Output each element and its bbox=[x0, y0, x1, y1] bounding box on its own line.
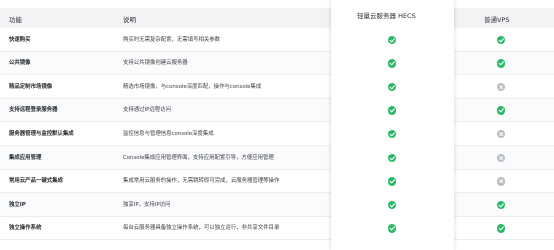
description-text: 支持公共镜像创建云服务器 bbox=[123, 60, 188, 67]
table-header bbox=[0, 8, 554, 28]
description-text: 精选市场镜像，与console深度匹配，操作与console集成 bbox=[123, 83, 262, 90]
description-text: Console集成应用管理界面，支持应用配置引导，方便应用管理 bbox=[123, 154, 274, 161]
check-icon bbox=[388, 59, 397, 68]
check-icon bbox=[497, 224, 506, 233]
table-row bbox=[0, 75, 554, 99]
header-feature: 功能 bbox=[9, 16, 22, 24]
table-row bbox=[0, 98, 554, 123]
feature-label: 支持远程登录服务器 bbox=[9, 107, 58, 114]
check-icon bbox=[388, 224, 397, 233]
description-text: 支持通过IP远程访问 bbox=[123, 107, 171, 114]
feature-label: 服务器管理与监控默认集成 bbox=[9, 130, 74, 137]
check-icon bbox=[497, 35, 506, 44]
check-icon bbox=[497, 106, 506, 115]
description-text: 集成常用云服务的操作，无需跳转即可完成，云服务器管理等操作 bbox=[123, 178, 280, 185]
table-row bbox=[0, 122, 554, 146]
check-icon bbox=[388, 82, 397, 92]
table-row bbox=[0, 28, 554, 52]
cross-icon bbox=[497, 177, 506, 186]
cross-icon bbox=[497, 153, 506, 162]
header-description: 说明 bbox=[123, 16, 136, 24]
cross-icon bbox=[497, 130, 506, 139]
feature-label: 精品定制市场镜像 bbox=[9, 83, 53, 90]
table-row bbox=[0, 193, 554, 217]
description-text: 购买时无需复杂配置，无需填写相关参数 bbox=[123, 36, 221, 43]
check-icon bbox=[388, 200, 397, 210]
check-icon bbox=[388, 177, 397, 186]
feature-label: 集成应用管理 bbox=[9, 154, 42, 161]
check-icon bbox=[388, 106, 397, 115]
check-icon bbox=[497, 200, 506, 210]
check-icon bbox=[497, 59, 506, 68]
feature-label: 快速购买 bbox=[9, 36, 31, 43]
header-hecs: 轻量云服务器 HECS bbox=[357, 12, 416, 20]
feature-label: 公共镜像 bbox=[9, 60, 31, 67]
description-text: 独享IP，支持IP访问 bbox=[123, 201, 171, 208]
description-text: 每台云服务器具备独立操作系统，可以独立运行，非共享文件目录 bbox=[123, 225, 280, 232]
check-icon bbox=[388, 130, 397, 139]
check-icon bbox=[388, 153, 397, 162]
header-vps: 普通VPS bbox=[484, 16, 510, 24]
cross-icon bbox=[497, 82, 506, 92]
feature-label: 独立IP bbox=[9, 201, 26, 208]
feature-label: 常用云产品一键式集成 bbox=[9, 178, 63, 185]
feature-label: 独立操作系统 bbox=[9, 225, 42, 232]
description-text: 监控信息与管理信息console深度集成 bbox=[123, 130, 214, 137]
table-row bbox=[0, 146, 554, 170]
comparison-table: 功能 说明 轻量云服务器 HECS 普通VPS 快速购买 购买时无需复杂配置，无需… bbox=[0, 0, 554, 250]
table-row bbox=[0, 51, 554, 76]
check-icon bbox=[388, 35, 397, 44]
